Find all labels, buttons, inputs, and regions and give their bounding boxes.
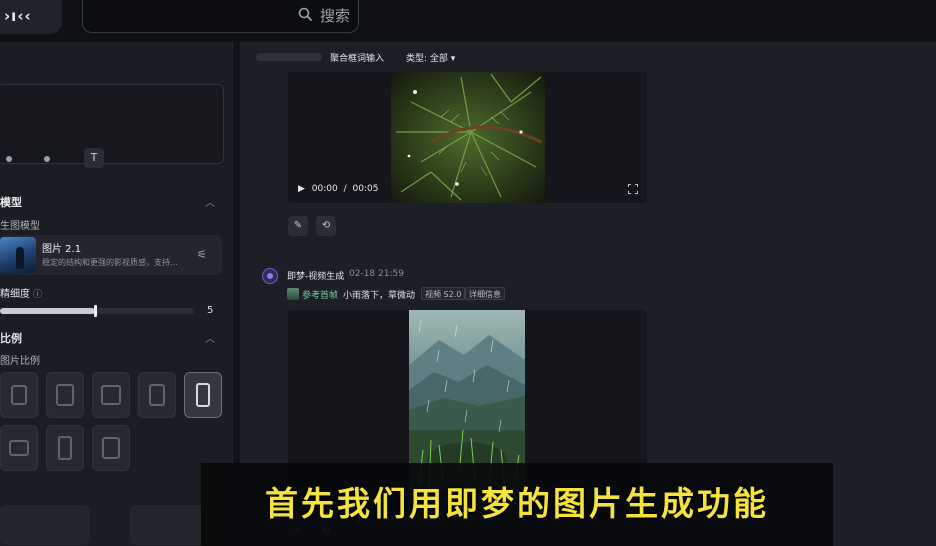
ratio-option[interactable]	[46, 372, 84, 418]
time-separator: /	[343, 184, 347, 194]
video-player[interactable]: ▶ 00:00 / 00:05	[288, 72, 647, 203]
ratio-option[interactable]	[92, 372, 130, 418]
ratio-option[interactable]	[0, 425, 38, 471]
search-icon	[298, 7, 312, 21]
time-total: 00:05	[352, 184, 379, 194]
filter-blurred-item[interactable]	[256, 53, 322, 61]
precision-label: 精细度 ⓘ	[0, 285, 42, 300]
ratio-option[interactable]	[46, 425, 84, 471]
video-subtitle: 首先我们用即梦的图片生成功能	[265, 484, 769, 523]
tool-icon[interactable]	[44, 156, 50, 162]
app-logo[interactable]: ›ı‹‹	[0, 0, 62, 34]
text-tool-icon[interactable]: T	[84, 148, 104, 168]
ratio-option-selected[interactable]	[184, 372, 222, 418]
ratio-subtitle: 图片比例	[0, 356, 40, 367]
filter-type-dropdown[interactable]: 类型: 全部 ▾	[406, 51, 455, 64]
slider-handle[interactable]	[94, 305, 97, 317]
model-description: 稳定的结构和更强的影视质感，支持...	[42, 258, 178, 267]
search-box[interactable]: 搜索	[82, 0, 359, 33]
model-selector[interactable]: 图片 2.1 稳定的结构和更强的影视质感，支持... ⚟	[0, 235, 222, 275]
time-current: 00:00	[311, 184, 338, 194]
ratio-option[interactable]	[138, 372, 176, 418]
search-placeholder: 搜索	[319, 7, 350, 25]
filter-bar: 聚合框词输入 类型: 全部 ▾	[240, 42, 936, 72]
chevron-up-icon[interactable]: ︿	[205, 330, 215, 345]
video-frame-pine	[391, 72, 545, 203]
model-tag: 视频 S2.0	[421, 287, 466, 300]
sliders-icon[interactable]: ⚟	[197, 248, 207, 261]
model-section-title: 模型	[0, 196, 22, 209]
play-icon[interactable]: ▶	[298, 184, 305, 194]
precision-value: 5	[207, 305, 214, 316]
loop-icon[interactable]: ⟲	[316, 216, 336, 236]
ratio-section-title: 比例	[0, 332, 22, 345]
left-panel: T 模型 ︿ 生图模型 图片 2.1 稳定的结构和更强的影视质感，支持... ⚟…	[0, 42, 233, 546]
chevron-up-icon[interactable]: ︿	[205, 194, 215, 209]
bottom-button[interactable]	[0, 505, 90, 545]
reference-label: 参考首帧	[302, 291, 339, 301]
model-subtitle: 生图模型	[0, 221, 40, 232]
tool-icon[interactable]	[6, 156, 12, 162]
slider-fill	[0, 308, 95, 314]
top-bar: ›ı‹‹ 搜索	[0, 0, 936, 42]
fullscreen-icon[interactable]	[628, 184, 638, 194]
reference-thumbnail[interactable]	[287, 288, 299, 300]
author-name: 即梦-视频生成	[287, 272, 345, 282]
entry-date: 02-18 21:59	[349, 269, 404, 279]
ratio-option[interactable]	[0, 372, 38, 418]
precision-label-text: 精细度	[0, 289, 30, 300]
author-avatar[interactable]	[262, 268, 278, 284]
ratio-option[interactable]	[92, 425, 130, 471]
details-tag[interactable]: 详细信息	[465, 287, 505, 300]
info-icon[interactable]: ⓘ	[33, 290, 42, 300]
filter-aggregate-input[interactable]: 聚合框词输入	[330, 51, 384, 64]
pencil-icon[interactable]: ✎	[288, 216, 308, 236]
video-controls: ▶ 00:00 / 00:05	[298, 184, 378, 194]
model-name: 图片 2.1	[42, 244, 82, 255]
prompt-text: 小雨落下，草微动	[343, 291, 416, 301]
precision-slider[interactable]	[0, 305, 194, 317]
model-thumbnail	[0, 237, 36, 273]
